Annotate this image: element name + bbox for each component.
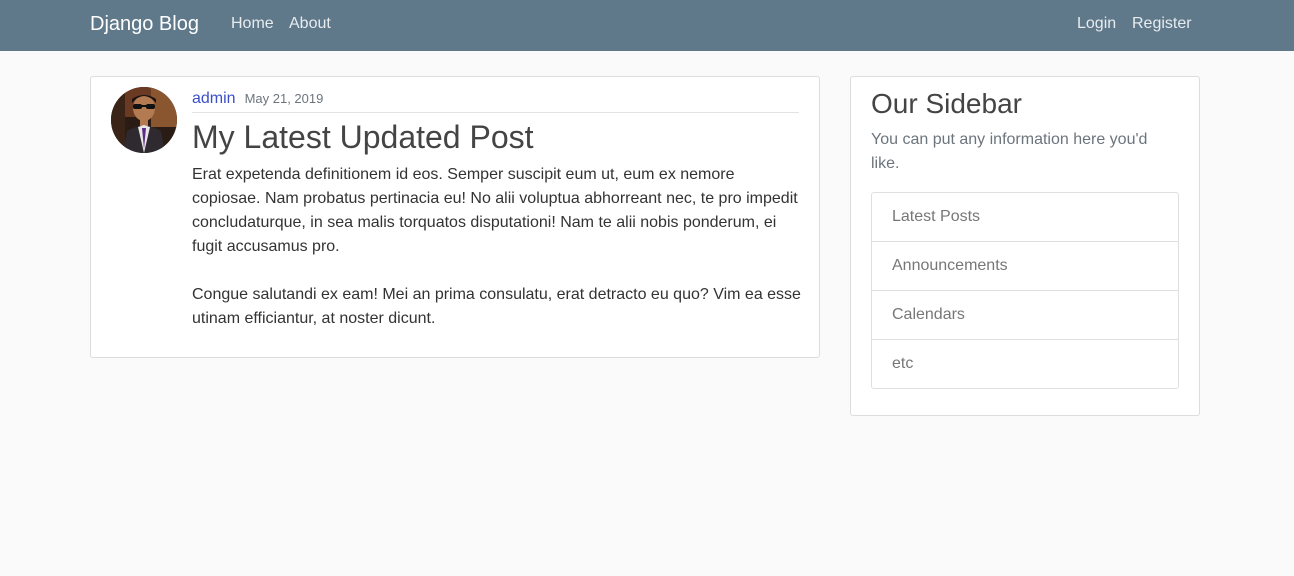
nav-home-link[interactable]: Home	[231, 14, 274, 34]
brand-link[interactable]: Django Blog	[90, 11, 199, 37]
post-content: Erat expetenda definitionem id eos. Semp…	[192, 163, 804, 331]
sidebar-title: Our Sidebar	[871, 88, 1022, 119]
sidebar: Our Sidebar You can put any information …	[850, 76, 1200, 416]
sidebar-item-announcements[interactable]: Announcements	[872, 241, 1178, 290]
nav-login-link[interactable]: Login	[1077, 14, 1116, 34]
post-paragraph: Congue salutandi ex eam! Mei an prima co…	[192, 286, 801, 327]
sidebar-item-latest-posts[interactable]: Latest Posts	[872, 193, 1178, 241]
post-paragraph: Erat expetenda definitionem id eos. Semp…	[192, 166, 798, 255]
author-link[interactable]: admin	[192, 90, 236, 107]
post-title[interactable]: My Latest Updated Post	[192, 118, 534, 156]
top-navbar: Django Blog Home About Login Register	[0, 0, 1294, 51]
user-avatar-icon	[111, 87, 177, 153]
post-date: May 21, 2019	[244, 91, 324, 106]
post-card: admin May 21, 2019 My Latest Updated Post…	[90, 76, 820, 358]
sidebar-item-calendars[interactable]: Calendars	[872, 290, 1178, 339]
sidebar-description: You can put any information here you'd l…	[871, 131, 1148, 172]
post-meta: admin May 21, 2019	[192, 90, 799, 113]
author-avatar	[111, 87, 177, 153]
nav-about-link[interactable]: About	[289, 14, 331, 34]
nav-register-link[interactable]: Register	[1132, 14, 1192, 34]
sidebar-list: Latest Posts Announcements Calendars etc	[871, 192, 1179, 389]
sidebar-item-etc[interactable]: etc	[872, 339, 1178, 388]
